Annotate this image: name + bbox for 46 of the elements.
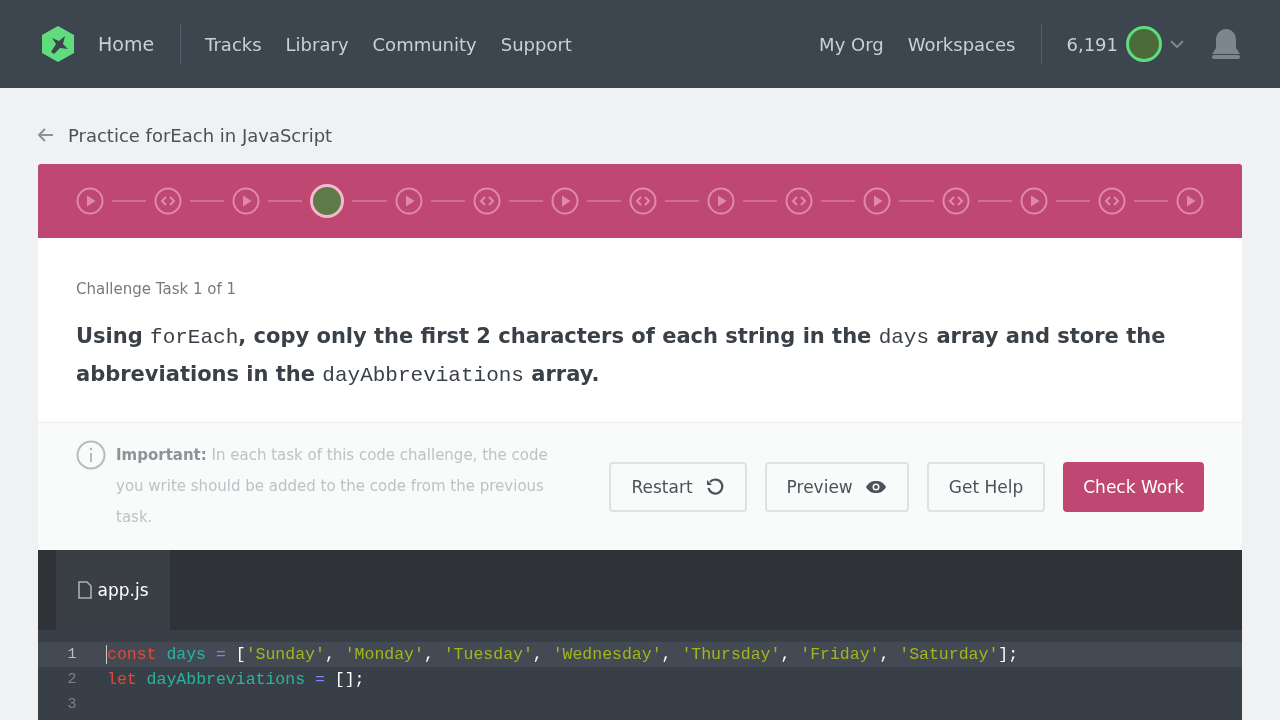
code-circle-icon[interactable] bbox=[1097, 187, 1126, 215]
code-circle-icon[interactable] bbox=[154, 187, 183, 215]
back-arrow-icon[interactable] bbox=[38, 128, 54, 142]
play-circle-icon[interactable] bbox=[76, 187, 104, 215]
line-number: 1 bbox=[66, 646, 78, 663]
bell-icon[interactable] bbox=[1210, 27, 1242, 61]
avatar[interactable] bbox=[1126, 26, 1162, 62]
code-circle-icon[interactable] bbox=[472, 187, 501, 215]
line-number: 3 bbox=[66, 696, 78, 713]
play-circle-icon[interactable] bbox=[1175, 187, 1204, 215]
refresh-icon bbox=[704, 476, 725, 497]
code-line: const days = ['Sunday', 'Monday', 'Tuesday', 'Wednesday', 'Thursday', 'Friday', 'Saturday']; bbox=[106, 645, 1019, 664]
preview-button[interactable]: Preview bbox=[764, 461, 909, 512]
play-circle-icon[interactable] bbox=[863, 187, 892, 215]
nav-link[interactable]: Workspaces bbox=[907, 33, 1016, 55]
important-note: Important: In each task of this code challenge, the code you write should be added to the code from the previous task. bbox=[116, 445, 549, 528]
play-circle-icon[interactable] bbox=[1019, 187, 1048, 215]
play-circle-icon[interactable] bbox=[707, 187, 736, 215]
task-counter: Challenge Task 1 of 1 bbox=[76, 280, 237, 298]
nav-link[interactable]: Library bbox=[285, 33, 349, 55]
play-circle-icon[interactable] bbox=[550, 187, 579, 215]
nav-link[interactable]: My Org bbox=[819, 33, 884, 55]
points-count: 6,191 bbox=[1066, 33, 1118, 55]
file-icon bbox=[77, 581, 92, 599]
code-line: let dayAbbreviations = []; bbox=[106, 670, 365, 689]
play-circle-icon[interactable] bbox=[232, 187, 261, 215]
info-icon bbox=[76, 440, 106, 470]
file-name: app.js bbox=[97, 580, 149, 600]
code-circle-icon[interactable] bbox=[785, 187, 814, 215]
restart-button[interactable]: Restart bbox=[609, 461, 747, 512]
nav-link[interactable]: Home bbox=[98, 33, 155, 55]
line-number: 2 bbox=[66, 671, 78, 688]
eye-icon bbox=[864, 479, 887, 494]
check-work-button[interactable]: Check Work bbox=[1063, 461, 1204, 512]
task-prompt: Using forEach, copy only the first 2 characters of each string in the days array and store the abbreviations in the dayAbbreviations array. bbox=[76, 323, 1167, 389]
nav-link[interactable]: Tracks bbox=[205, 33, 262, 55]
avatar[interactable] bbox=[310, 184, 345, 218]
play-circle-icon[interactable] bbox=[394, 187, 423, 215]
nav-link[interactable]: Support bbox=[500, 33, 572, 55]
page-title: Practice forEach in JavaScript bbox=[68, 124, 333, 146]
chevron-down-icon[interactable] bbox=[1170, 39, 1184, 49]
help-button[interactable]: Get Help bbox=[926, 461, 1046, 512]
code-circle-icon[interactable] bbox=[941, 187, 970, 215]
file-tab[interactable]: app.js bbox=[56, 550, 170, 630]
code-circle-icon[interactable] bbox=[629, 187, 657, 215]
nav-link[interactable]: Community bbox=[372, 33, 477, 55]
